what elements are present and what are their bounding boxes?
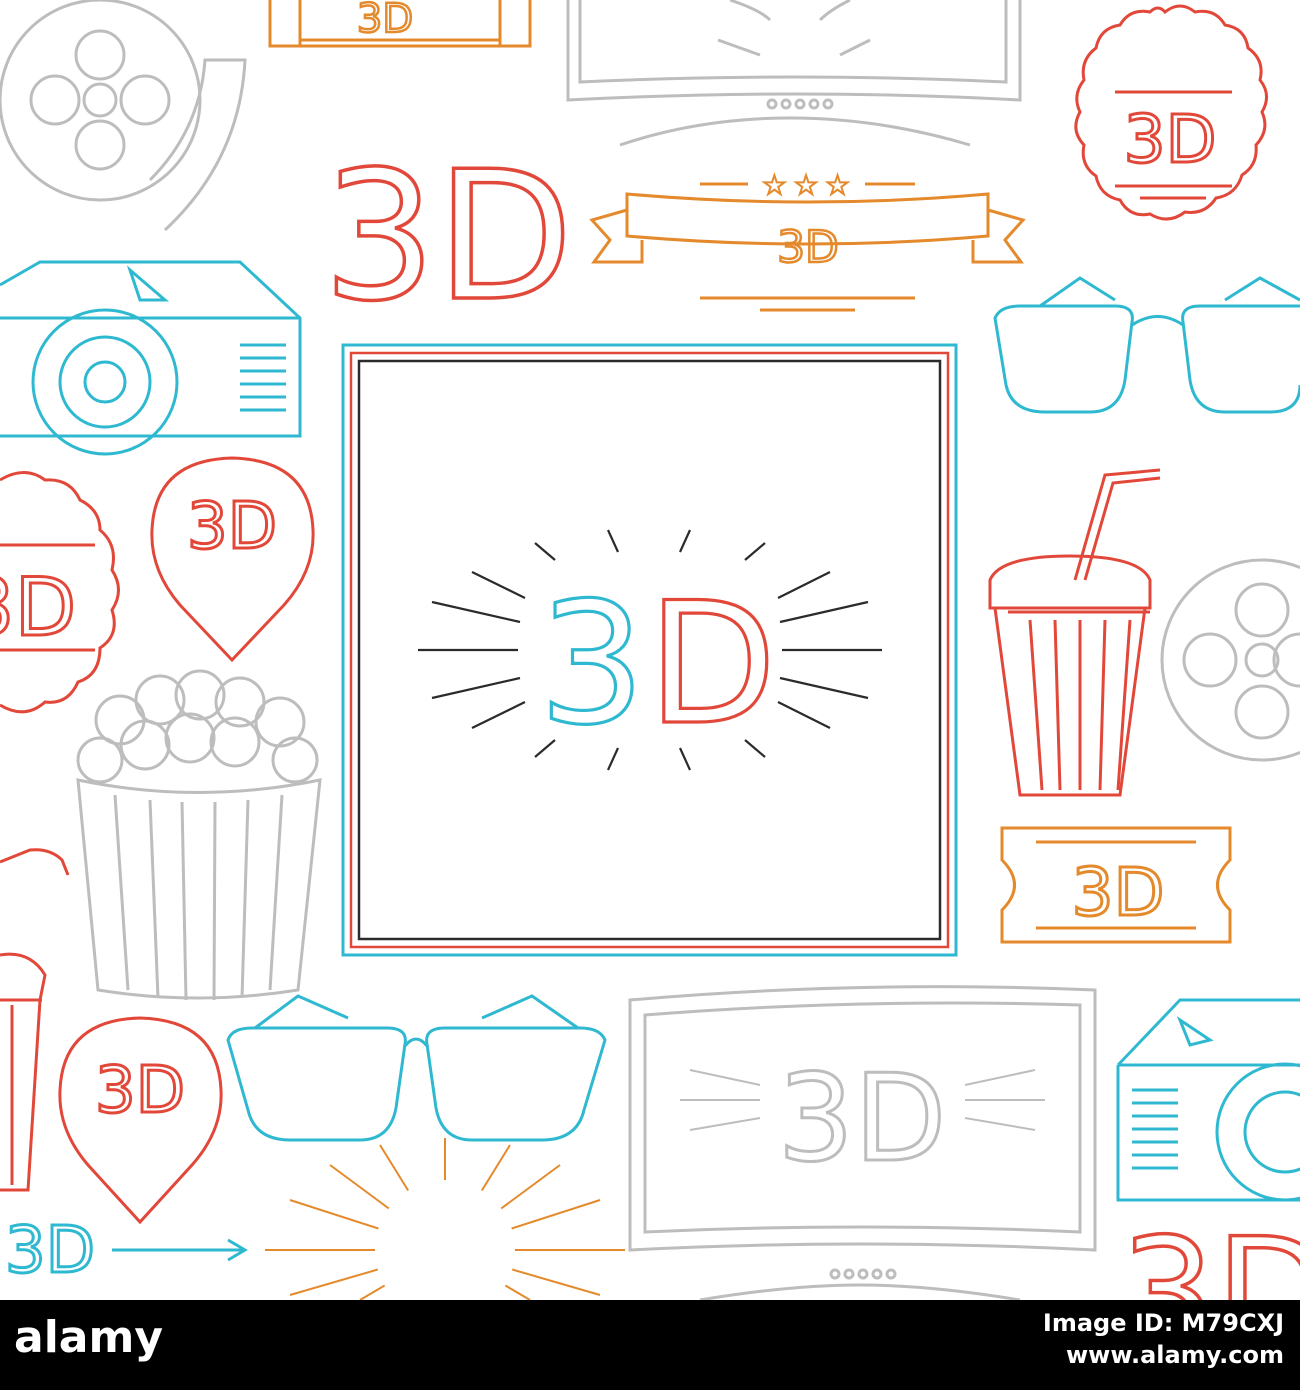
large-3d-label: 3D [323, 133, 573, 340]
projector-icon [0, 260, 302, 456]
3d-cinema-illustration: 3D 3D 3D ★ ★ ★ 3D D 3D 3D 3D 3D 3D 3D 3 … [0, 0, 1300, 1300]
alamy-logo: alamy [14, 1312, 163, 1363]
drink-cup-icon [0, 848, 70, 1192]
site-url-label: www.alamy.com [1065, 1341, 1284, 1369]
svg-text:3D: 3D [0, 561, 76, 654]
svg-text:★ ★ ★: ★ ★ ★ [763, 171, 849, 201]
arrow-right-icon: 3D [4, 1213, 248, 1290]
image-id-label: Image ID: M79CXJ [1042, 1309, 1284, 1337]
drink-cup-icon [988, 468, 1161, 797]
map-pin-icon: 3D [150, 456, 315, 663]
center-d-glyph: D [647, 566, 776, 762]
large-3d-label: 3D [1120, 1207, 1300, 1300]
film-reel-icon [0, 0, 247, 232]
svg-text:3D: 3D [777, 222, 839, 273]
film-reel-icon [1160, 558, 1300, 762]
glasses-icon [993, 276, 1300, 414]
svg-text:3D: 3D [357, 0, 413, 42]
sunburst-icon [265, 1138, 625, 1300]
seal-badge-icon: 3D [0, 471, 120, 714]
projector-icon [1116, 998, 1300, 1202]
map-pin-icon: 3D [58, 1016, 223, 1225]
stock-image-page: 3D 3D 3D ★ ★ ★ 3D D 3D 3D 3D 3D 3D 3D 3 … [0, 0, 1300, 1390]
tv-screen-icon: 3D [628, 985, 1097, 1300]
ribbon-banner-icon: ★ ★ ★ 3D [589, 170, 1026, 312]
banner-info: Image ID: M79CXJ www.alamy.com [1043, 1308, 1284, 1372]
svg-text:3D: 3D [1124, 101, 1217, 178]
svg-text:3D: 3D [1072, 854, 1165, 931]
svg-text:3D: 3D [95, 1054, 185, 1128]
ticket-icon: 3D [1000, 826, 1232, 944]
watermark-banner: alamy Image ID: M79CXJ www.alamy.com [0, 1300, 1300, 1390]
center-3-glyph: 3 [539, 566, 646, 762]
svg-text:3D: 3D [5, 1214, 95, 1288]
ticket-icon: 3D [268, 0, 532, 48]
svg-text:3D: 3D [778, 1050, 947, 1189]
seal-badge-icon: 3D [1074, 4, 1268, 221]
tv-screen-icon [566, 0, 1022, 147]
svg-text:3D: 3D [187, 490, 277, 564]
popcorn-icon [76, 669, 322, 1001]
glasses-icon [226, 994, 607, 1142]
